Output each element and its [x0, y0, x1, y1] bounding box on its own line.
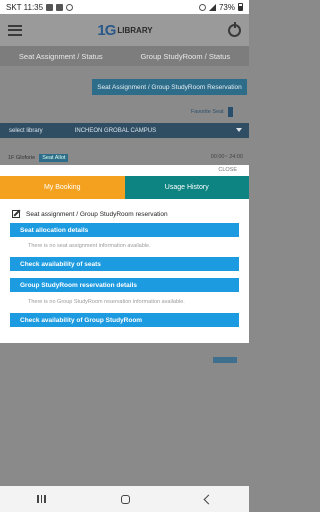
library-select[interactable]: select library INCHEON GROBAL CAMPUS: [0, 123, 249, 138]
power-icon[interactable]: [228, 21, 241, 37]
alarm-icon: [198, 3, 206, 11]
section-heading: Seat assignment / Group StudyRoom reserv…: [12, 210, 168, 218]
tab-group-studyroom[interactable]: Group StudyRoom / Status: [140, 52, 230, 61]
gallery-notification-icon: [46, 3, 54, 11]
modal-tabs: My Booking Usage History: [0, 176, 249, 199]
favorite-seat[interactable]: Favorite Seat: [191, 107, 233, 117]
background-button: [213, 357, 237, 363]
library-row: 1F Gloforie Seat Allot: [8, 154, 69, 162]
campus-name: INCHEON GROBAL CAMPUS: [74, 127, 157, 134]
message-notification-icon: [56, 3, 64, 11]
home-icon[interactable]: [120, 494, 130, 504]
favorite-seat-label: Favorite Seat: [191, 109, 224, 115]
chevron-down-icon: [236, 128, 242, 132]
close-button[interactable]: CLOSE: [218, 167, 237, 173]
favorite-icon: [227, 107, 233, 117]
signal-icon: [208, 3, 216, 11]
seat-allocation-details-header: Seat allocation details: [10, 223, 239, 237]
sub-tabs: Seat Assignment / Status Group StudyRoom…: [0, 46, 249, 66]
section-title: Seat assignment / Group StudyRoom reserv…: [26, 210, 168, 218]
check-seats-button[interactable]: Check availability of seats: [10, 257, 239, 271]
tab-seat-assignment[interactable]: Seat Assignment / Status: [19, 52, 103, 61]
select-library-label: select library: [9, 127, 43, 134]
room-hours: 00:00~ 24:00: [210, 154, 243, 160]
room-name: 1F Gloforie: [8, 155, 36, 161]
battery-percent: 73%: [218, 2, 235, 12]
no-seat-info-note: There is no seat assignment information …: [28, 243, 151, 249]
app-notification-icon: [66, 3, 74, 11]
status-bar: SKT 11:35 73%: [0, 0, 249, 14]
app-header: 1G LIBRARY: [0, 14, 249, 46]
battery-icon: [238, 3, 243, 11]
recent-apps-icon[interactable]: [37, 495, 46, 503]
edit-icon: [12, 210, 20, 218]
logo-text: LIBRARY: [117, 25, 153, 35]
tab-usage-history[interactable]: Usage History: [124, 176, 249, 199]
status-carrier-time: SKT 11:35: [6, 2, 44, 12]
logo-number: 1G: [97, 21, 116, 39]
seat-allot-button[interactable]: Seat Allot: [39, 154, 69, 162]
tab-my-booking[interactable]: My Booking: [0, 176, 125, 199]
studyroom-details-header: Group StudyRoom reservation details: [10, 278, 239, 292]
check-studyroom-button[interactable]: Check availability of Group StudyRoom: [10, 313, 239, 327]
back-icon[interactable]: [203, 494, 214, 504]
reservation-button[interactable]: Seat Assignment / Group StudyRoom Reserv…: [92, 79, 247, 95]
system-nav-bar: [0, 486, 249, 512]
app-logo: 1G LIBRARY: [97, 22, 152, 39]
no-studyroom-info-note: There is no Group StudyRoom reservation …: [28, 299, 185, 305]
menu-icon[interactable]: [8, 24, 22, 36]
booking-modal: CLOSE My Booking Usage History Seat assi…: [0, 165, 249, 343]
